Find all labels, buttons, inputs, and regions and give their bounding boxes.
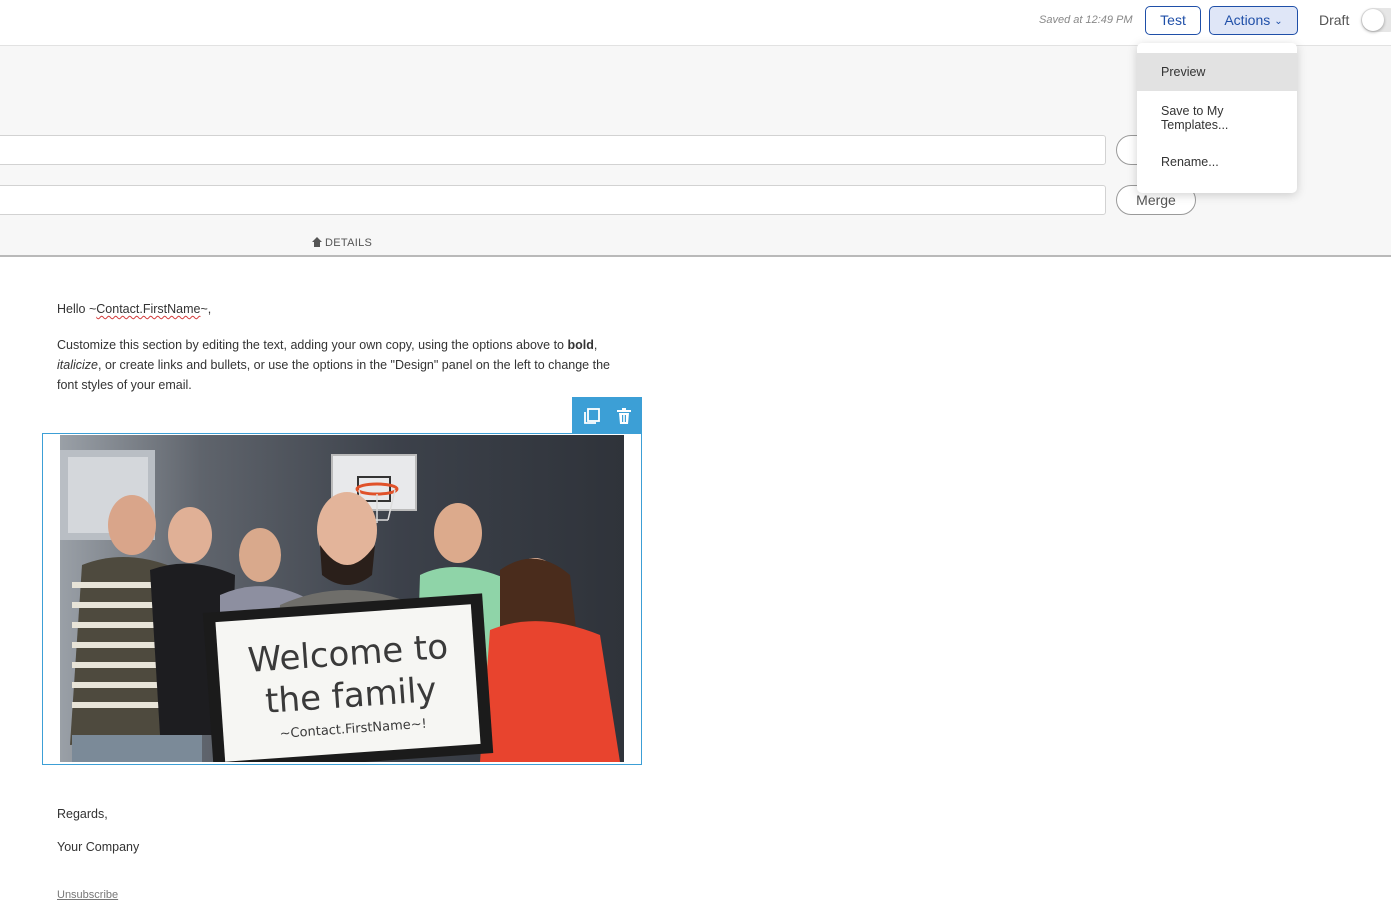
company-text[interactable]: Your Company	[57, 840, 139, 854]
draft-label: Draft	[1319, 12, 1350, 28]
block-toolbar	[572, 397, 642, 434]
greeting-text[interactable]: Hello ~Contact.FirstName~,	[57, 302, 211, 316]
merge-field: Contact.FirstName	[96, 302, 201, 316]
body-text-1: Customize this section by editing the te…	[57, 338, 568, 352]
team-photo: Welcome to the family ~Contact.FirstName…	[60, 435, 624, 762]
menu-item-save-template[interactable]: Save to My Templates...	[1137, 104, 1257, 132]
image-block[interactable]: Welcome to the family ~Contact.FirstName…	[42, 433, 642, 765]
body-bold: bold	[567, 338, 594, 352]
saved-status: Saved at 12:49 PM	[1039, 14, 1133, 26]
actions-dropdown: Preview Save to My Templates... Rename..…	[1137, 43, 1297, 193]
menu-item-preview[interactable]: Preview	[1137, 53, 1297, 91]
regards-text[interactable]: Regards,	[57, 807, 108, 821]
toggle-knob	[1362, 9, 1384, 31]
actions-label: Actions	[1224, 12, 1271, 28]
chevron-down-icon: ⌄	[1274, 16, 1283, 27]
preheader-field[interactable]	[0, 185, 1106, 215]
details-collapse-toggle[interactable]: DETAILS	[312, 237, 372, 249]
test-button[interactable]: Test	[1145, 6, 1201, 35]
actions-button[interactable]: Actions ⌄	[1209, 6, 1298, 35]
menu-item-rename[interactable]: Rename...	[1137, 155, 1297, 169]
body-paragraph[interactable]: Customize this section by editing the te…	[57, 335, 627, 395]
house-up-icon	[312, 237, 322, 247]
top-bar: Saved at 12:49 PM Test Actions ⌄ Draft	[0, 0, 1391, 46]
draft-toggle[interactable]	[1361, 8, 1391, 32]
body-text-3: , or create links and bullets, or use th…	[57, 358, 610, 392]
greeting-prefix: Hello ~	[57, 302, 97, 316]
body-italic: italicize	[57, 358, 98, 372]
photo-illustration: Welcome to the family ~Contact.FirstName…	[60, 435, 624, 762]
trash-icon[interactable]	[614, 406, 634, 426]
unsubscribe-link[interactable]: Unsubscribe	[57, 889, 118, 901]
copy-icon[interactable]	[582, 406, 602, 426]
subject-field[interactable]	[0, 135, 1106, 165]
body-text-2: ,	[593, 338, 598, 352]
details-toggle-label: DETAILS	[325, 237, 373, 249]
greeting-suffix: ~,	[200, 302, 212, 316]
